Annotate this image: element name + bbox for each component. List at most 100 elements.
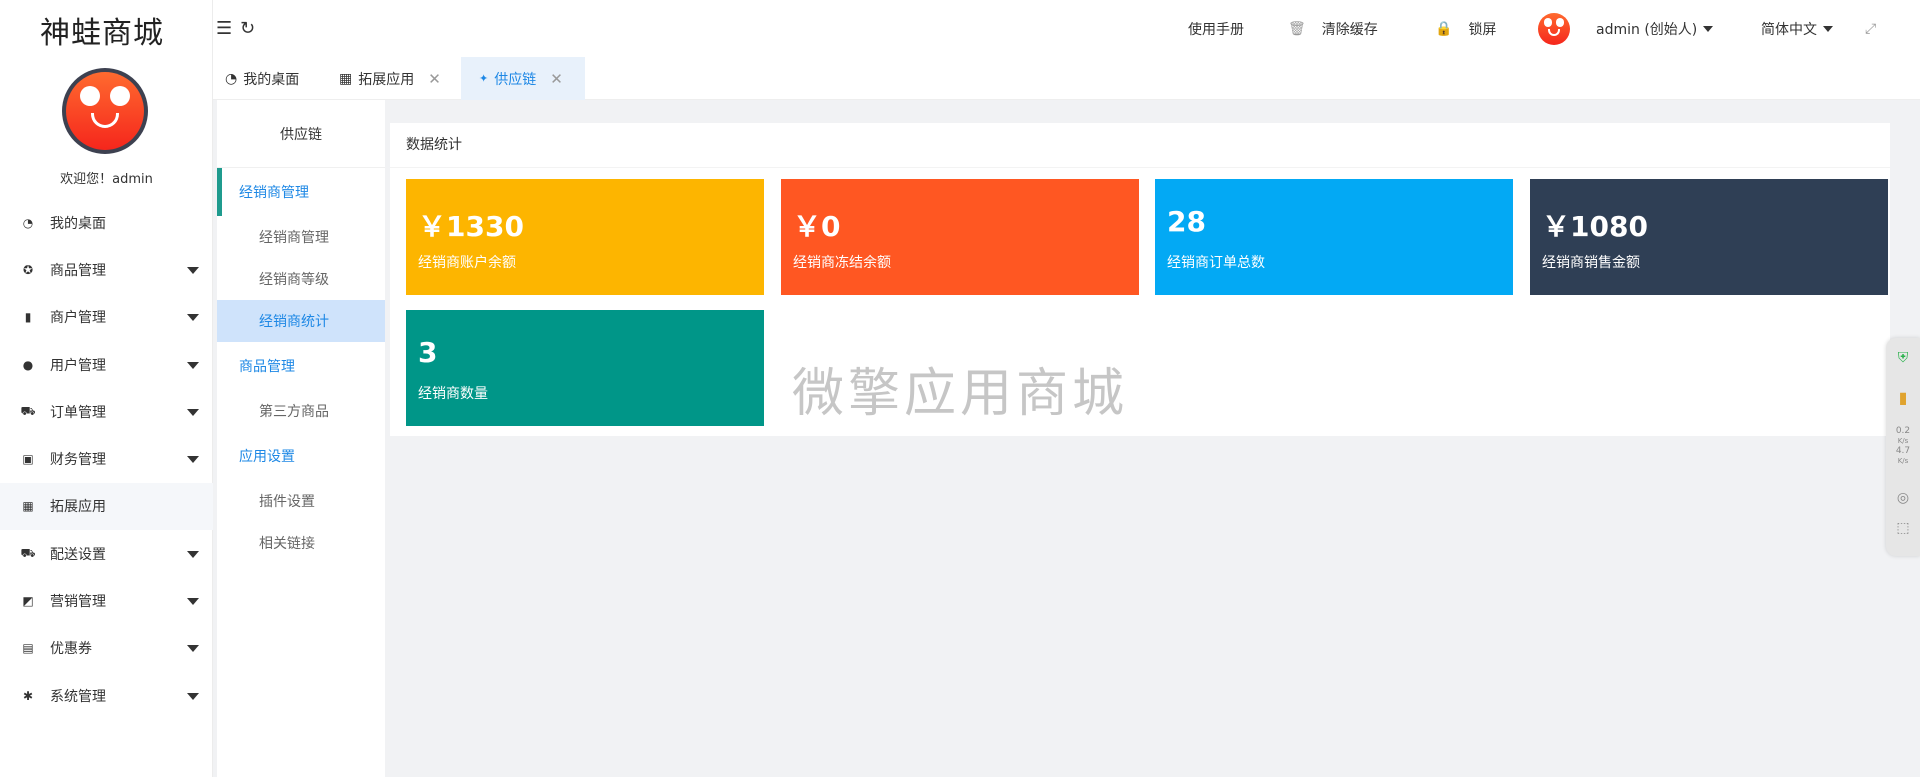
manual-label: 使用手册	[1188, 21, 1244, 38]
lock-screen-button[interactable]: 🔒 锁屏	[1435, 0, 1496, 57]
sidebar-item-goods[interactable]: ✪ 商品管理	[0, 246, 213, 293]
sidebar-item-users[interactable]: ● 用户管理	[0, 341, 213, 388]
clear-cache-label: 清除缓存	[1321, 21, 1378, 38]
sub-group-label: 商品管理	[239, 359, 295, 375]
language-select[interactable]: 简体中文	[1761, 0, 1833, 57]
user-icon: ●	[22, 357, 34, 372]
manual-link[interactable]: 使用手册	[1188, 0, 1244, 57]
user-menu[interactable]: admin (创始人)	[1538, 0, 1714, 57]
apps-icon: ▦	[22, 499, 34, 514]
refresh-icon[interactable]: ↻	[240, 18, 255, 39]
net-unit: K/s	[1897, 437, 1909, 445]
sidebar-item-merchants[interactable]: ▮ 商户管理	[0, 294, 213, 341]
caret-down-icon	[187, 692, 199, 700]
trash-icon: 🗑	[1288, 20, 1306, 37]
sub-group-label: 应用设置	[239, 449, 295, 465]
floating-toolbar: ⛨ ▮ 0.2 K/s 4.7 K/s ◎ ⬚	[1886, 338, 1920, 556]
apps-icon: ▦	[339, 70, 353, 87]
sub-group-label: 经销商管理	[239, 185, 309, 201]
gear-icon: ✱	[22, 688, 34, 703]
stat-label: 经销商数量	[418, 386, 488, 402]
tab-label: 供应链	[494, 71, 537, 88]
user-name: admin (创始人)	[1596, 21, 1698, 38]
caret-down-icon	[187, 598, 199, 606]
caret-down-icon	[187, 266, 199, 274]
network-speed-readout: 0.2 K/s 4.7 K/s	[1895, 426, 1911, 466]
clear-cache-button[interactable]: 🗑 清除缓存	[1288, 0, 1378, 57]
tab-apps[interactable]: ▦ 拓展应用 ✕	[339, 57, 463, 100]
stat-card-balance: ￥1330 经销商账户余额	[406, 179, 764, 295]
net-down-value: 4.7	[1895, 446, 1911, 456]
caret-down-icon	[1823, 25, 1833, 32]
sidebar-item-apps[interactable]: ▦ 拓展应用	[0, 482, 213, 531]
sub-item-distributor-manage[interactable]: 经销商管理	[217, 216, 385, 258]
sub-group-settings[interactable]: 应用设置	[217, 432, 385, 480]
stat-card-orders: 28 经销商订单总数	[1155, 179, 1513, 295]
sidebar-item-orders[interactable]: ⛟ 订单管理	[0, 388, 213, 435]
swirl-icon[interactable]: ◎	[1895, 490, 1911, 506]
caret-down-icon	[1703, 25, 1714, 32]
sidebar-item-label: 配送设置	[50, 546, 106, 563]
sidebar-item-coupons[interactable]: ▤ 优惠券	[0, 625, 213, 672]
sidebar-item-label: 商户管理	[50, 310, 106, 327]
avatar	[1538, 12, 1570, 45]
sidebar-item-finance[interactable]: ▣ 财务管理	[0, 435, 213, 482]
stat-value: ￥1330	[418, 210, 524, 243]
sidebar-item-label: 系统管理	[50, 688, 106, 705]
stat-value: ￥0	[793, 210, 841, 243]
net-up-value: 0.2	[1895, 426, 1911, 436]
star-badge-icon: ✪	[22, 262, 34, 277]
building-icon: ▮	[24, 310, 32, 325]
sidebar-item-label: 营销管理	[50, 594, 106, 611]
sidebar-item-label: 财务管理	[50, 452, 106, 469]
sidebar-item-label: 优惠券	[50, 641, 92, 658]
welcome-text: 欢迎您！admin	[60, 172, 153, 187]
language-label: 简体中文	[1761, 21, 1817, 38]
sub-item-distributor-level[interactable]: 经销商等级	[217, 258, 385, 300]
avatar[interactable]	[62, 68, 148, 154]
sidebar-item-delivery[interactable]: ⛟ 配送设置	[0, 530, 213, 577]
menu-collapse-icon[interactable]: ☰	[216, 18, 232, 39]
sidebar-item-system[interactable]: ✱ 系统管理	[0, 672, 213, 719]
sub-nav: 供应链 经销商管理 经销商管理 经销商等级 经销商统计 商品管理 第三方商品 应…	[217, 100, 385, 777]
money-icon: ▣	[22, 452, 34, 467]
tab-desktop[interactable]: ◔ 我的桌面	[225, 57, 325, 100]
sidebar-item-marketing[interactable]: ◩ 营销管理	[0, 577, 213, 624]
stat-label: 经销商账户余额	[418, 255, 516, 271]
sidebar-item-desktop[interactable]: ◔ 我的桌面	[0, 199, 213, 246]
lock-label: 锁屏	[1468, 21, 1497, 38]
tab-supply-chain[interactable]: ✦ 供应链 ✕	[461, 57, 585, 100]
stat-value: 3	[418, 336, 438, 369]
shield-icon[interactable]: ⛨	[1895, 350, 1911, 366]
screenshot-icon[interactable]: ⬚	[1895, 520, 1911, 536]
panel-title: 数据统计	[390, 123, 1890, 168]
close-icon[interactable]: ✕	[550, 70, 563, 88]
sub-item-third-party-goods[interactable]: 第三方商品	[217, 390, 385, 432]
sub-item-distributor-stats[interactable]: 经销商统计	[217, 300, 385, 342]
stat-label: 经销商销售金额	[1542, 255, 1640, 271]
sub-nav-title: 供应链	[217, 100, 385, 168]
diamond-icon: ✦	[479, 72, 489, 85]
fullscreen-icon[interactable]: ⤢	[1865, 0, 1876, 57]
stat-card-sales: ￥1080 经销商销售金额	[1530, 179, 1888, 295]
caret-down-icon	[187, 408, 199, 416]
sub-group-distributor[interactable]: 经销商管理	[217, 168, 385, 216]
frog-avatar-icon	[66, 72, 144, 150]
sub-item-related-links[interactable]: 相关链接	[217, 522, 385, 564]
close-icon[interactable]: ✕	[428, 70, 441, 88]
dashboard-icon: ◔	[225, 70, 238, 87]
tab-bar: ◔ 我的桌面 ▦ 拓展应用 ✕ ✦ 供应链 ✕	[213, 57, 1920, 100]
sidebar-item-label: 商品管理	[50, 262, 106, 279]
memory-meter-icon[interactable]: ▮	[1895, 388, 1911, 407]
sub-group-goods[interactable]: 商品管理	[217, 342, 385, 390]
sub-item-plugin-settings[interactable]: 插件设置	[217, 480, 385, 522]
caret-down-icon	[187, 550, 199, 558]
caret-down-icon	[187, 645, 199, 653]
sidebar-item-label: 用户管理	[50, 357, 106, 374]
stat-card-frozen: ￥0 经销商冻结余额	[781, 179, 1139, 295]
sidebar-item-label: 我的桌面	[50, 215, 106, 232]
truck-icon: ⛟	[20, 545, 36, 560]
stat-card-count: 3 经销商数量	[406, 310, 764, 426]
stat-label: 经销商订单总数	[1167, 255, 1265, 271]
sidebar-item-label: 拓展应用	[50, 499, 106, 516]
